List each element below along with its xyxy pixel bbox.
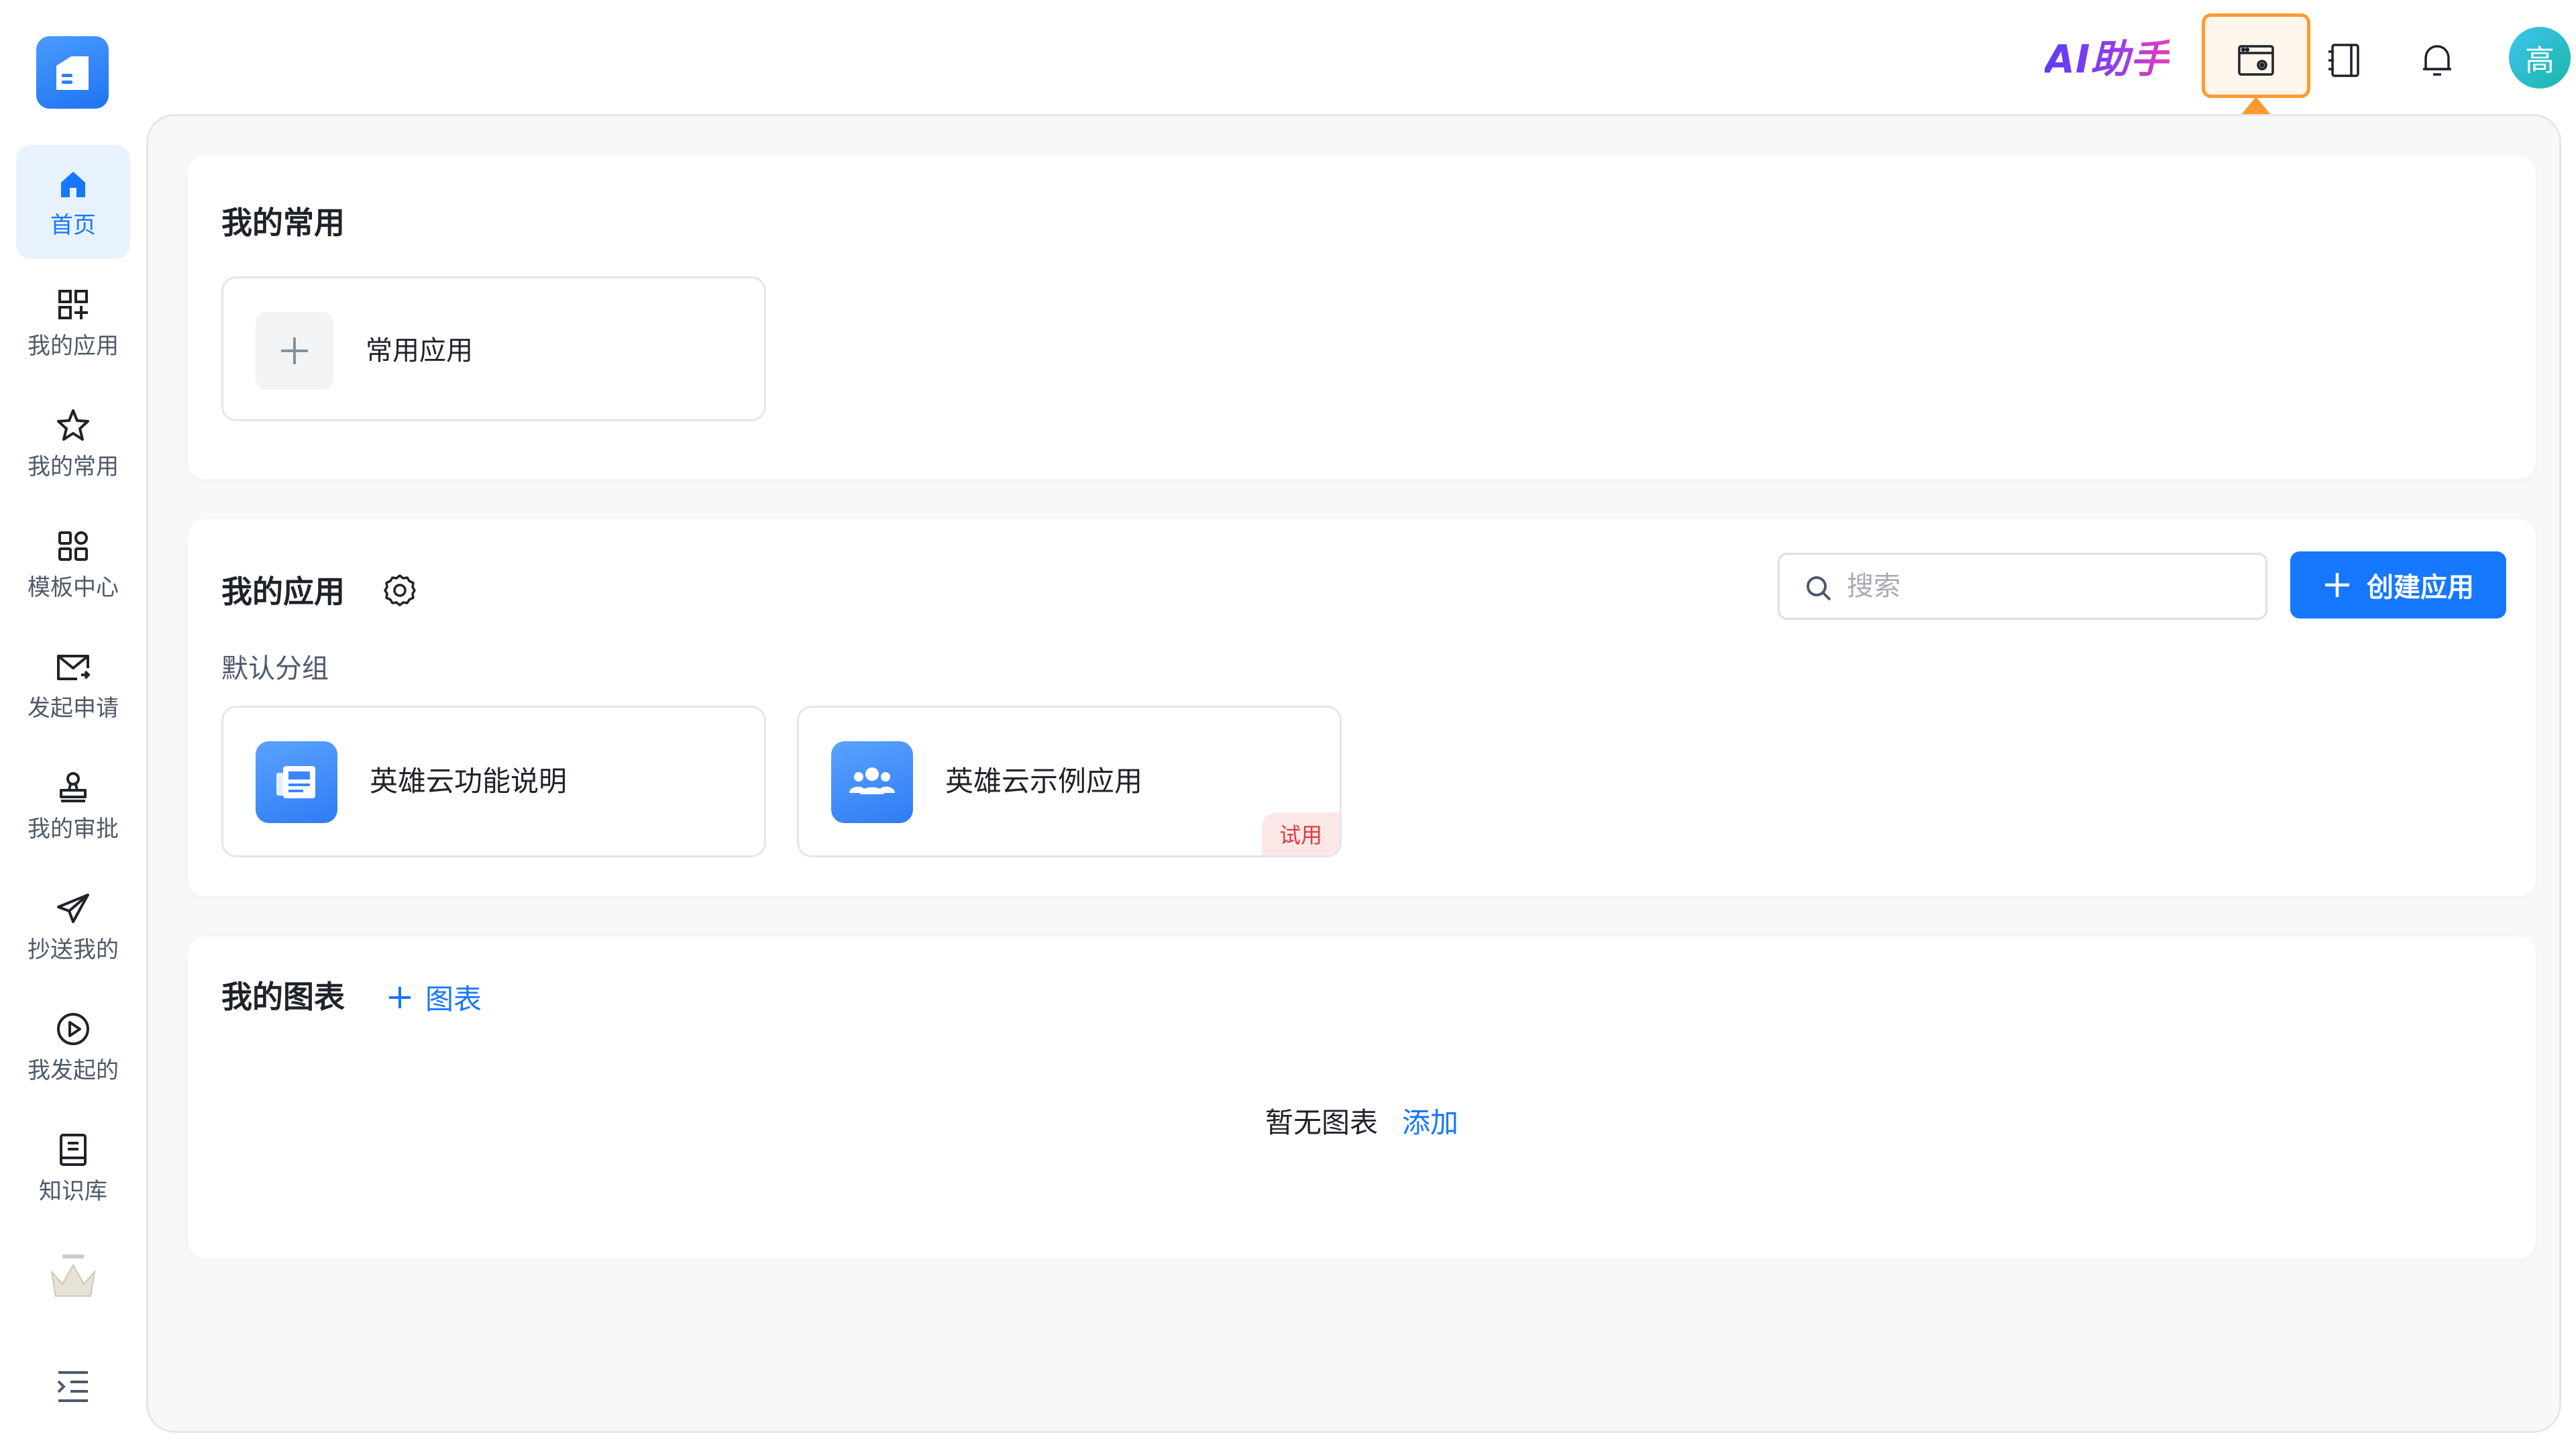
- bell-icon: [2416, 40, 2458, 81]
- group-label: 默认分组: [221, 653, 329, 684]
- sidebar-item-cc-to-me[interactable]: 抄送我的: [16, 869, 130, 983]
- sidebar-item-home[interactable]: 首页: [16, 145, 130, 259]
- news-doc-icon: [256, 741, 337, 823]
- sidebar-item-label: 抄送我的: [28, 936, 119, 963]
- book-icon: [54, 1131, 92, 1169]
- sidebar-item-label: 模板中心: [28, 574, 119, 601]
- stamp-icon: [54, 769, 92, 806]
- empty-text: 暂无图表: [1265, 1106, 1378, 1139]
- users-group-icon: [831, 741, 913, 823]
- add-chart-link[interactable]: 添加: [1402, 1106, 1458, 1139]
- add-chart-label: 图表: [425, 983, 482, 1016]
- window-settings-icon: [2235, 40, 2277, 81]
- favorites-card: 我的常用 常用应用: [188, 156, 2536, 479]
- sidebar-item-my-apps[interactable]: 我的应用: [16, 266, 130, 380]
- apps-settings-button[interactable]: [381, 572, 419, 609]
- collapse-menu-icon[interactable]: [36, 1368, 110, 1405]
- sidebar-item-templates[interactable]: 模板中心: [16, 507, 130, 621]
- search-icon: [1807, 576, 1831, 601]
- app-card-sample-app[interactable]: 英雄云示例应用 试用: [797, 706, 1342, 857]
- app-name: 英雄云示例应用: [945, 765, 1143, 798]
- app-card-feature-guide[interactable]: 英雄云功能说明: [221, 706, 766, 857]
- my-charts-card: 我的图表 图表 暂无图表 添加: [188, 936, 2536, 1258]
- add-chart-button[interactable]: 图表: [386, 977, 482, 1018]
- sidebar-item-knowledge-base[interactable]: 知识库: [16, 1111, 130, 1225]
- create-app-label: 创建应用: [2367, 572, 2474, 603]
- trial-badge: 试用: [1262, 812, 1340, 855]
- ai-assistant-button[interactable]: AI助手: [2045, 35, 2169, 83]
- play-circle-icon: [54, 1010, 92, 1048]
- app-name: 英雄云功能说明: [370, 765, 568, 798]
- template-grid-icon: [54, 527, 92, 565]
- my-charts-title: 我的图表: [221, 979, 345, 1015]
- create-app-button[interactable]: 创建应用: [2290, 551, 2506, 619]
- paper-plane-icon: [54, 890, 92, 927]
- gear-icon: [384, 574, 416, 606]
- sidebar-item-label: 我的应用: [28, 333, 119, 360]
- sidebar-item-label: 我的审批: [28, 816, 119, 843]
- sidebar-item-submit-request[interactable]: 发起申请: [16, 628, 130, 742]
- sidebar-item-label: 发起申请: [28, 695, 119, 722]
- notebook-icon: [2324, 40, 2366, 81]
- plus-icon: [256, 312, 333, 390]
- plus-icon: [389, 986, 411, 1008]
- favorites-title: 我的常用: [221, 205, 345, 241]
- notifications-button[interactable]: [2406, 30, 2468, 91]
- sidebar-item-label: 知识库: [39, 1178, 107, 1205]
- sidebar-item-my-approvals[interactable]: 我的审批: [16, 749, 130, 863]
- crown-icon[interactable]: [36, 1254, 110, 1301]
- search-input[interactable]: [1847, 561, 2249, 611]
- mail-send-icon: [54, 648, 92, 686]
- my-apps-title: 我的应用: [221, 574, 345, 610]
- home-icon: [54, 165, 92, 203]
- sidebar-nav: 首页 我的应用 我的常用 模板中心 发起申请 我的审批 抄送我的 我发起的 知识…: [16, 145, 130, 1232]
- app-settings-button[interactable]: [2225, 30, 2287, 91]
- my-apps-card: 我的应用 创建应用 默认分组 英雄云功能说明: [188, 519, 2536, 896]
- apps-add-icon: [54, 286, 92, 323]
- charts-empty-state: 暂无图表 添加: [188, 1104, 2536, 1142]
- star-icon: [54, 407, 92, 444]
- add-favorite-label: 常用应用: [366, 335, 473, 366]
- sidebar-item-label: 我的常用: [28, 453, 119, 480]
- sidebar-item-initiated-by-me[interactable]: 我发起的: [16, 990, 130, 1104]
- sidebar-item-my-favorites[interactable]: 我的常用: [16, 386, 130, 500]
- notebook-button[interactable]: [2314, 30, 2376, 91]
- app-search-field[interactable]: [1778, 553, 2267, 620]
- sidebar-item-label: 首页: [50, 212, 96, 239]
- sidebar-item-label: 我发起的: [28, 1057, 119, 1084]
- user-avatar[interactable]: 高: [2509, 27, 2571, 89]
- plus-icon: [2325, 573, 2349, 597]
- app-logo[interactable]: [36, 36, 109, 109]
- add-favorite-app-button[interactable]: 常用应用: [221, 276, 766, 421]
